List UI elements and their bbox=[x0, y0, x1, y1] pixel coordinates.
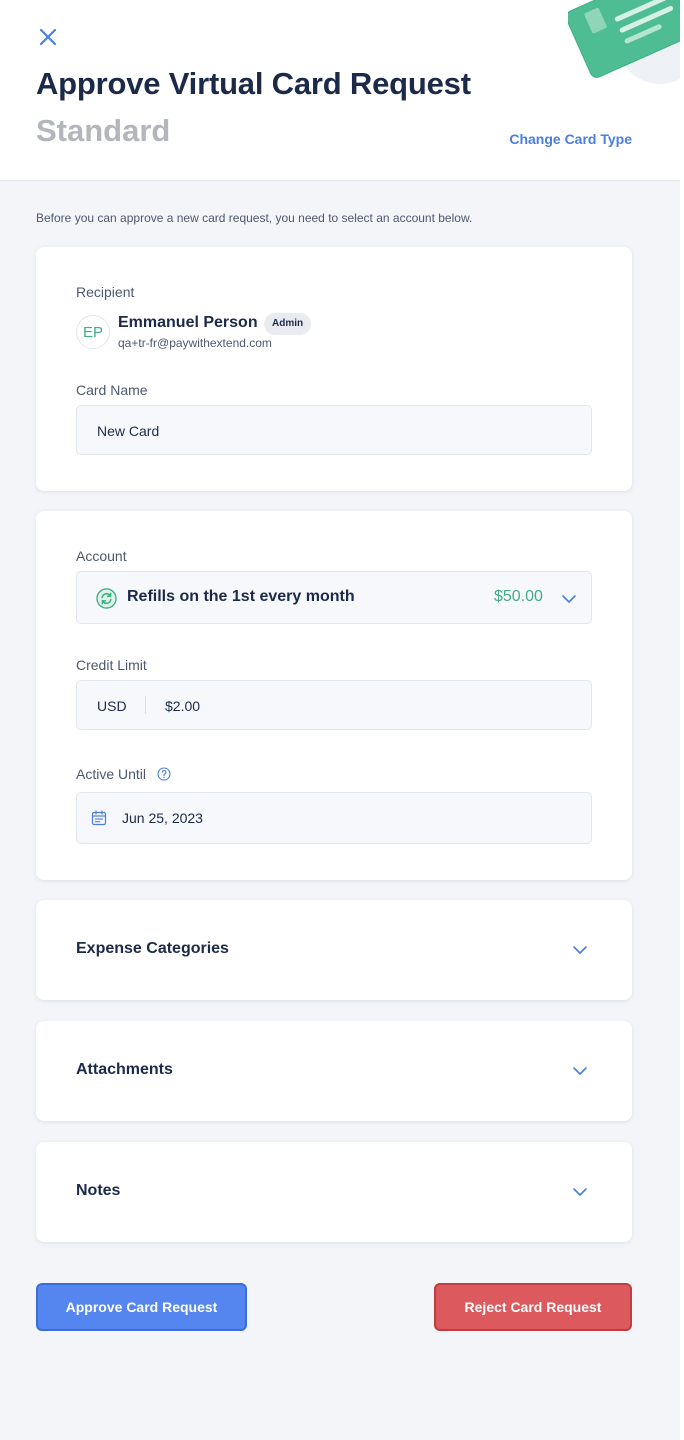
expense-categories-title: Expense Categories bbox=[76, 940, 229, 957]
currency-divider bbox=[145, 696, 146, 714]
card-name-value: New Card bbox=[97, 423, 160, 439]
credit-limit-field[interactable]: USD $2.00 bbox=[76, 680, 592, 730]
card-illustration-icon bbox=[568, 0, 684, 84]
calendar-icon bbox=[91, 810, 107, 826]
refresh-icon bbox=[96, 588, 117, 609]
recipient-label: Recipient bbox=[76, 284, 135, 300]
account-selected-value: Refills on the 1st every month bbox=[127, 588, 355, 605]
page-title: Approve Virtual Card Request bbox=[36, 66, 471, 101]
currency-code: USD bbox=[97, 698, 127, 714]
reject-card-request-button[interactable]: Reject Card Request bbox=[434, 1283, 632, 1331]
notes-title: Notes bbox=[76, 1182, 121, 1199]
chevron-down-icon[interactable] bbox=[572, 942, 588, 958]
account-panel: Account Refills on the 1st every month $… bbox=[36, 511, 632, 880]
account-select[interactable]: Refills on the 1st every month $50.00 bbox=[76, 571, 592, 624]
help-icon[interactable] bbox=[157, 767, 171, 781]
recipient-name: Emmanuel Person bbox=[118, 314, 258, 331]
card-name-label: Card Name bbox=[76, 382, 148, 398]
notes-section[interactable]: Notes bbox=[36, 1142, 632, 1242]
card-type-label: Standard bbox=[36, 113, 171, 148]
attachments-section[interactable]: Attachments bbox=[36, 1021, 632, 1121]
page-header: Approve Virtual Card Request Standard Ch… bbox=[0, 0, 684, 181]
chevron-down-icon bbox=[562, 595, 576, 603]
scrollbar-track bbox=[680, 0, 684, 1440]
recipient-email: qa+tr-fr@paywithextend.com bbox=[118, 336, 272, 350]
recipient-panel: Recipient EP Emmanuel Person Admin qa+tr… bbox=[36, 247, 632, 491]
active-until-label: Active Until bbox=[76, 766, 146, 782]
chevron-down-icon[interactable] bbox=[572, 1063, 588, 1079]
card-name-field[interactable]: New Card bbox=[76, 405, 592, 455]
approve-card-request-button[interactable]: Approve Card Request bbox=[36, 1283, 247, 1331]
credit-limit-value: $2.00 bbox=[165, 698, 201, 714]
attachments-title: Attachments bbox=[76, 1061, 173, 1078]
role-badge: Admin bbox=[264, 313, 312, 335]
close-icon[interactable] bbox=[36, 25, 60, 49]
active-until-value: Jun 25, 2023 bbox=[122, 810, 203, 826]
expense-categories-section[interactable]: Expense Categories bbox=[36, 900, 632, 1000]
active-until-date-field[interactable]: Jun 25, 2023 bbox=[76, 792, 592, 844]
change-card-type-link[interactable]: Change Card Type bbox=[509, 131, 632, 147]
chevron-down-icon[interactable] bbox=[572, 1184, 588, 1200]
credit-limit-label: Credit Limit bbox=[76, 657, 147, 673]
account-amount: $50.00 bbox=[494, 588, 543, 605]
intro-text: Before you can approve a new card reques… bbox=[36, 211, 473, 225]
active-until-label-text: Active Until bbox=[76, 766, 147, 782]
account-label: Account bbox=[76, 548, 127, 564]
avatar: EP bbox=[76, 315, 110, 349]
